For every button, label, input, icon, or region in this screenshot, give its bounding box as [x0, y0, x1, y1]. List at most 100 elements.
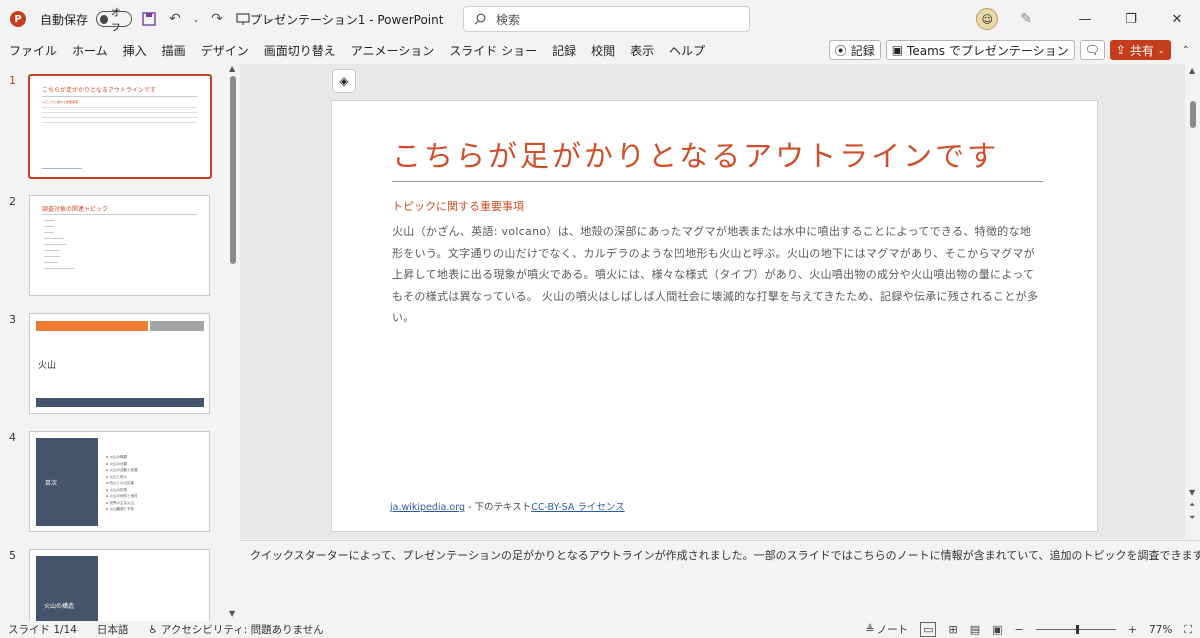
copilot-icon[interactable]: ◈: [332, 69, 356, 93]
comments-button[interactable]: 🗨: [1079, 40, 1105, 60]
chevron-down-icon: ⌄: [1157, 45, 1165, 55]
user-avatar[interactable]: ☺: [976, 8, 999, 30]
notes-text[interactable]: クイックスターターによって、プレゼンテーションの足がかりとなるアウトラインが作成…: [250, 547, 1200, 563]
thumb-rule: [42, 96, 197, 97]
notes-pane[interactable]: クイックスターターによって、プレゼンテーションの足がかりとなるアウトラインが作成…: [240, 540, 1200, 621]
tab-animations[interactable]: アニメーション: [351, 42, 435, 59]
thumb-footer: [42, 168, 82, 169]
current-slide[interactable]: こちらが足がかりとなるアウトラインです トピックに関する重要事項 火山（かざん、…: [331, 100, 1098, 532]
record-icon: ⦿: [834, 43, 847, 58]
search-box[interactable]: 検索: [463, 6, 750, 32]
tab-record[interactable]: 記録: [552, 42, 576, 59]
thumbnail-slide-4[interactable]: 目次 ▪ 火山の概要 ▪ 火山の分類 ▪ 火山の活動と危険 ▪ 火山と噴火 ▪ …: [29, 431, 210, 532]
undo-dropdown-icon[interactable]: ⌄: [192, 10, 200, 28]
tab-insert[interactable]: 挿入: [123, 42, 147, 59]
thumbnail-number: 1: [9, 74, 16, 87]
thumb-list-item: ▪ 火山観測と予知: [106, 507, 134, 511]
thumbnails-scrollbar[interactable]: ▲ ▼: [227, 64, 239, 621]
slide-subtitle[interactable]: トピックに関する重要事項: [392, 198, 524, 214]
autosave-label: 自動保存: [40, 12, 89, 27]
search-icon: [474, 13, 486, 25]
thumb4-list: ▪ 火山の概要 ▪ 火山の分類 ▪ 火山の活動と危険 ▪ 火山と噴火 ▪ 噴火と…: [106, 454, 138, 513]
accessibility-status[interactable]: ♿ アクセシビリティ: 問題ありません: [148, 622, 323, 637]
restore-button[interactable]: ❐: [1108, 0, 1154, 38]
next-slide-icon[interactable]: ⏷: [1189, 513, 1195, 523]
teams-present-button[interactable]: ▣ Teams でプレゼンテーション: [885, 40, 1075, 60]
thumb-text-lines: [42, 107, 197, 127]
thumb3-orange-bar: [36, 321, 148, 331]
slide-body-text[interactable]: 火山（かざん、英語: volcano）は、地殻の深部にあったマグマが地表または水…: [392, 221, 1042, 329]
status-bar: スライド 1/14 日本語 ♿ アクセシビリティ: 問題ありません ≜ ノート …: [0, 621, 1200, 638]
close-button[interactable]: ✕: [1154, 0, 1200, 38]
scrollbar-thumb[interactable]: [1190, 101, 1196, 128]
tab-review[interactable]: 校閲: [591, 42, 615, 59]
previous-slide-icon[interactable]: ⏶: [1189, 500, 1195, 510]
zoom-in-icon[interactable]: +: [1128, 623, 1137, 636]
zoom-slider[interactable]: [1035, 625, 1116, 634]
language-indicator[interactable]: 日本語: [97, 622, 129, 637]
thumb-title: こちらが足がかりとなるアウトラインです: [42, 87, 156, 94]
powerpoint-app-icon: P: [10, 11, 26, 27]
save-icon[interactable]: [140, 10, 158, 28]
zoom-level[interactable]: 77%: [1149, 624, 1172, 636]
comment-icon: 🗨: [1084, 43, 1100, 57]
thumb-title: 火山の構造: [44, 603, 75, 610]
zoom-out-icon[interactable]: −: [1015, 623, 1024, 636]
teams-icon: ▣: [891, 43, 904, 57]
record-button[interactable]: ⦿ 記録: [828, 40, 881, 60]
normal-view-icon[interactable]: ▭: [920, 622, 937, 637]
editor-scrollbar[interactable]: ▲ ▼ ⏶ ⏷: [1186, 64, 1200, 539]
footer-mid-text: - 下のテキスト: [465, 502, 532, 513]
thumbnail-number: 2: [9, 195, 16, 208]
autosave-toggle[interactable]: オフ: [96, 8, 133, 34]
undo-icon[interactable]: ↶: [166, 10, 184, 28]
slide-sorter-icon[interactable]: ⊞: [948, 623, 957, 636]
thumbnail-number: 4: [9, 431, 16, 444]
slideshow-icon[interactable]: ▣: [992, 623, 1002, 636]
thumb-list-item: ▪ 火山の活動と危険: [106, 468, 138, 472]
zoom-slider-knob[interactable]: [1075, 625, 1079, 634]
tab-draw[interactable]: 描画: [162, 42, 186, 59]
slide-title[interactable]: こちらが足がかりとなるアウトラインです: [392, 133, 999, 175]
title-bar: P 自動保存 オフ ↶ ⌄ ↷ ⌄ プレゼンテーション1 - PowerPoin…: [0, 0, 1200, 38]
ribbon-collapse-icon[interactable]: ⌃: [1182, 45, 1190, 56]
slide-editor: ◈ こちらが足がかりとなるアウトラインです トピックに関する重要事項 火山（かざ…: [240, 64, 1185, 539]
share-button[interactable]: ⇪ 共有 ⌄: [1109, 40, 1171, 60]
license-link[interactable]: CC-BY-SA ライセンス: [531, 502, 625, 513]
search-placeholder: 検索: [496, 12, 521, 27]
notes-icon: ≜: [865, 623, 875, 636]
thumbnail-slide-3[interactable]: 火山: [29, 313, 210, 414]
toggle-knob: [100, 14, 108, 24]
tab-help[interactable]: ヘルプ: [669, 42, 705, 59]
slide-thumbnails-pane: 1 こちらが足がかりとなるアウトラインです トピックに関する重要事項 2 調査対…: [0, 64, 240, 621]
thumbnail-slide-1[interactable]: こちらが足がかりとなるアウトラインです トピックに関する重要事項: [28, 74, 212, 179]
scroll-up-arrow-icon[interactable]: ▲: [229, 64, 235, 73]
scroll-down-arrow-icon[interactable]: ▼: [1189, 488, 1195, 497]
tab-home[interactable]: ホーム: [72, 42, 108, 59]
wikipedia-link[interactable]: ja.wikipedia.org: [390, 502, 465, 513]
teams-label: Teams でプレゼンテーション: [907, 43, 1069, 58]
reading-view-icon[interactable]: ▤: [970, 623, 980, 636]
pen-icon[interactable]: ✎: [1020, 11, 1032, 27]
tab-file[interactable]: ファイル: [9, 42, 57, 59]
scroll-up-arrow-icon[interactable]: ▲: [1189, 66, 1195, 75]
notes-toggle-button[interactable]: ≜ ノート: [865, 622, 908, 637]
fit-to-window-icon[interactable]: ⛶: [1184, 623, 1192, 637]
scroll-down-arrow-icon[interactable]: ▼: [229, 609, 235, 618]
ribbon-tabs: ファイル ホーム 挿入 描画 デザイン 画面切り替え アニメーション スライド …: [0, 38, 1200, 62]
tab-slideshow[interactable]: スライド ショー: [449, 42, 537, 59]
thumb-title: 火山: [38, 361, 57, 371]
thumbnail-slide-5[interactable]: 火山の構造: [29, 549, 210, 621]
notes-label: ノート: [876, 624, 909, 636]
minimize-button[interactable]: —: [1062, 0, 1108, 38]
thumb-title: 調査対象の関連トピック: [42, 206, 109, 213]
share-icon: ⇪: [1115, 43, 1126, 57]
thumb-bullets: [44, 220, 84, 274]
scrollbar-thumb[interactable]: [230, 76, 236, 264]
tab-design[interactable]: デザイン: [201, 42, 249, 59]
tab-view[interactable]: 表示: [630, 42, 654, 59]
thumb4-dark-panel: 目次: [36, 438, 98, 526]
redo-icon[interactable]: ↷: [208, 10, 226, 28]
tab-transitions[interactable]: 画面切り替え: [264, 42, 336, 59]
thumbnail-slide-2[interactable]: 調査対象の関連トピック: [29, 195, 210, 296]
